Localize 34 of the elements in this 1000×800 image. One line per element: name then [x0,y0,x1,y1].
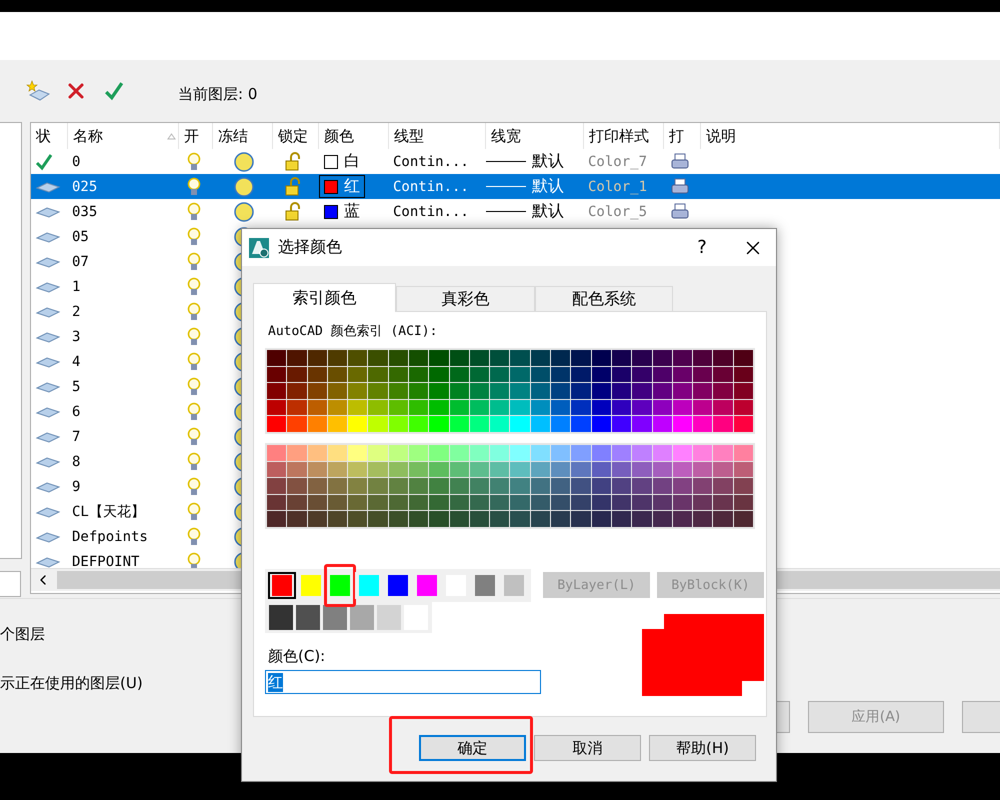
color-name: 蓝 [344,201,360,222]
layer-count-text: 个图层 [0,625,46,644]
plot-style-name: Color_1 [588,178,648,194]
layer-name: 7 [72,428,80,444]
linetype-name: Contin... [393,204,469,220]
layer-name: 1 [72,278,80,294]
layer-name: 07 [72,254,89,270]
layer-name: 9 [72,478,80,494]
layer-name: 5 [72,378,80,394]
plot-style-name: Color_5 [588,204,648,220]
aci-label: AutoCAD 颜色索引 (ACI): [268,323,438,340]
lineweight-name: 默认 [532,201,564,222]
lineweight-name: 默认 [532,151,564,172]
layer-name: 8 [72,454,80,470]
color-field-label: 颜色(C): [268,647,326,666]
plot-style-name: Color_7 [588,154,648,170]
layer-name: 6 [72,404,80,420]
layer-name: 025 [72,178,98,194]
color-name: 红 [344,176,360,197]
layer-name: 2 [72,304,80,320]
dialog-title: 选择颜色 [278,237,343,258]
current-layer-label: 当前图层: 0 [178,84,258,104]
lineweight-name: 默认 [532,176,564,197]
layer-name: 4 [72,354,80,370]
linetype-name: Contin... [393,154,469,170]
layer-name: 3 [72,328,80,344]
layer-name: 0 [72,154,80,170]
linetype-name: Contin... [393,178,469,194]
layer-name: Defpoints [72,528,148,544]
color-name: 白 [344,151,360,172]
layer-name: CL【天花】 [72,502,145,520]
layer-name: 035 [72,204,98,220]
layer-name: DEFPOINT [72,554,140,568]
layer-name: 05 [72,228,89,244]
